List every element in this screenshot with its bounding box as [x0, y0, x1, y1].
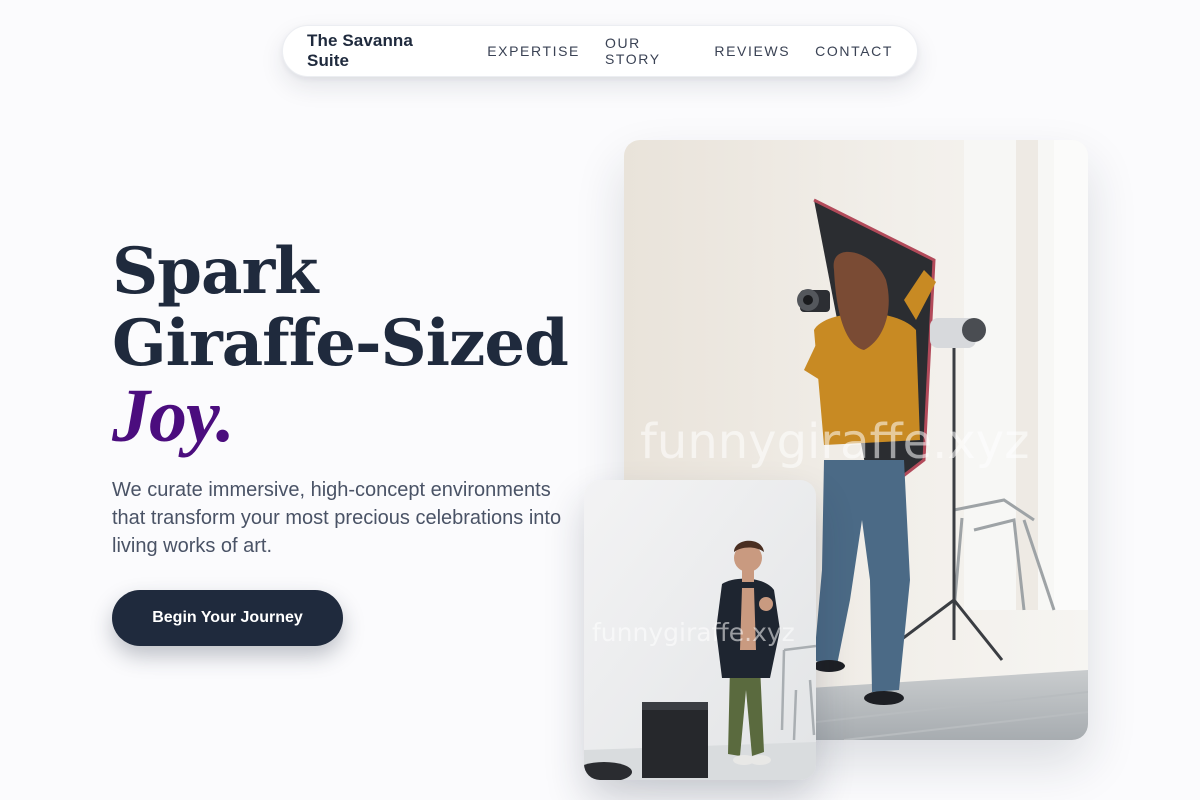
nav-links: EXPERTISE OUR STORY REVIEWS CONTACT [487, 35, 893, 67]
hero-title-line-2: Giraffe-Sized [112, 306, 569, 381]
top-nav: The Savanna Suite EXPERTISE OUR STORY RE… [282, 25, 918, 77]
nav-link-reviews[interactable]: REVIEWS [714, 43, 790, 59]
hero-title-line-1: Spark [112, 234, 318, 309]
begin-journey-button[interactable]: Begin Your Journey [112, 590, 343, 646]
hero-description: We curate immersive, high-concept enviro… [112, 479, 562, 557]
model-illustration [584, 480, 816, 780]
nav-link-our-story[interactable]: OUR STORY [605, 35, 689, 67]
hero-title-accent: Joy. [112, 374, 235, 458]
nav-link-expertise[interactable]: EXPERTISE [487, 43, 580, 59]
brand-logo-text[interactable]: The Savanna Suite [307, 31, 455, 71]
hero-title: Spark Giraffe-Sized Joy. [112, 234, 569, 458]
nav-link-contact[interactable]: CONTACT [815, 43, 893, 59]
studio-model-photo: funnygiraffe.xyz [584, 480, 816, 780]
